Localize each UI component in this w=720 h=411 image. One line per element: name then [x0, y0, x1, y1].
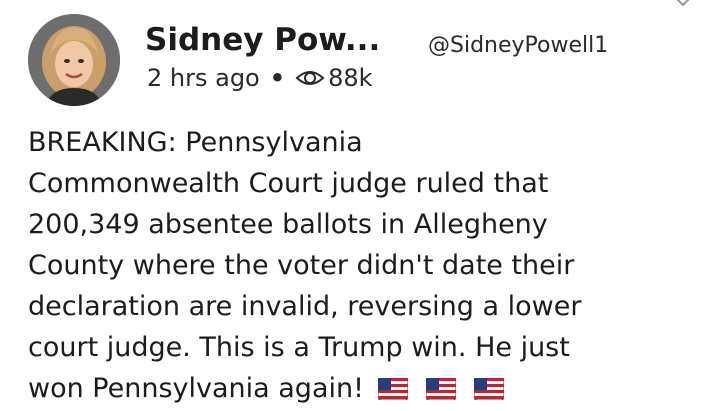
post-body-line: Commonwealth Court judge ruled that [28, 168, 549, 199]
post-body-line: 200,349 absentee ballots in Allegheny [28, 209, 548, 240]
post-body-line: BREAKING: Pennsylvania [28, 127, 363, 158]
profile-photo [28, 14, 120, 106]
meta-separator: • [269, 64, 286, 92]
post-body: BREAKING: Pennsylvania Commonwealth Cour… [28, 122, 708, 409]
post-body-last-line: won Pennsylvania again! [28, 368, 708, 409]
post-meta: 2 hrs ago • 88k [147, 64, 373, 92]
post-body-line: County where the voter didn't date their [28, 250, 575, 281]
eye-icon [295, 71, 325, 85]
author-handle[interactable]: @SidneyPowell1 [428, 33, 608, 58]
post-timestamp: 2 hrs ago [147, 64, 260, 92]
post-body-line: declaration are invalid, reversing a low… [28, 291, 582, 322]
author-display-name[interactable]: Sidney Pow... [145, 22, 380, 58]
us-flag-emoji [473, 378, 504, 400]
chevron-down-icon[interactable] [672, 0, 694, 8]
post-body-line: won Pennsylvania again! [28, 373, 364, 404]
post-card: Sidney Pow... @SidneyPowell1 2 hrs ago •… [0, 0, 720, 411]
avatar[interactable] [28, 14, 120, 106]
view-count: 88k [328, 64, 373, 92]
post-body-line: court judge. This is a Trump win. He jus… [28, 332, 570, 363]
us-flag-emoji [425, 378, 456, 400]
us-flag-emoji [377, 378, 408, 400]
